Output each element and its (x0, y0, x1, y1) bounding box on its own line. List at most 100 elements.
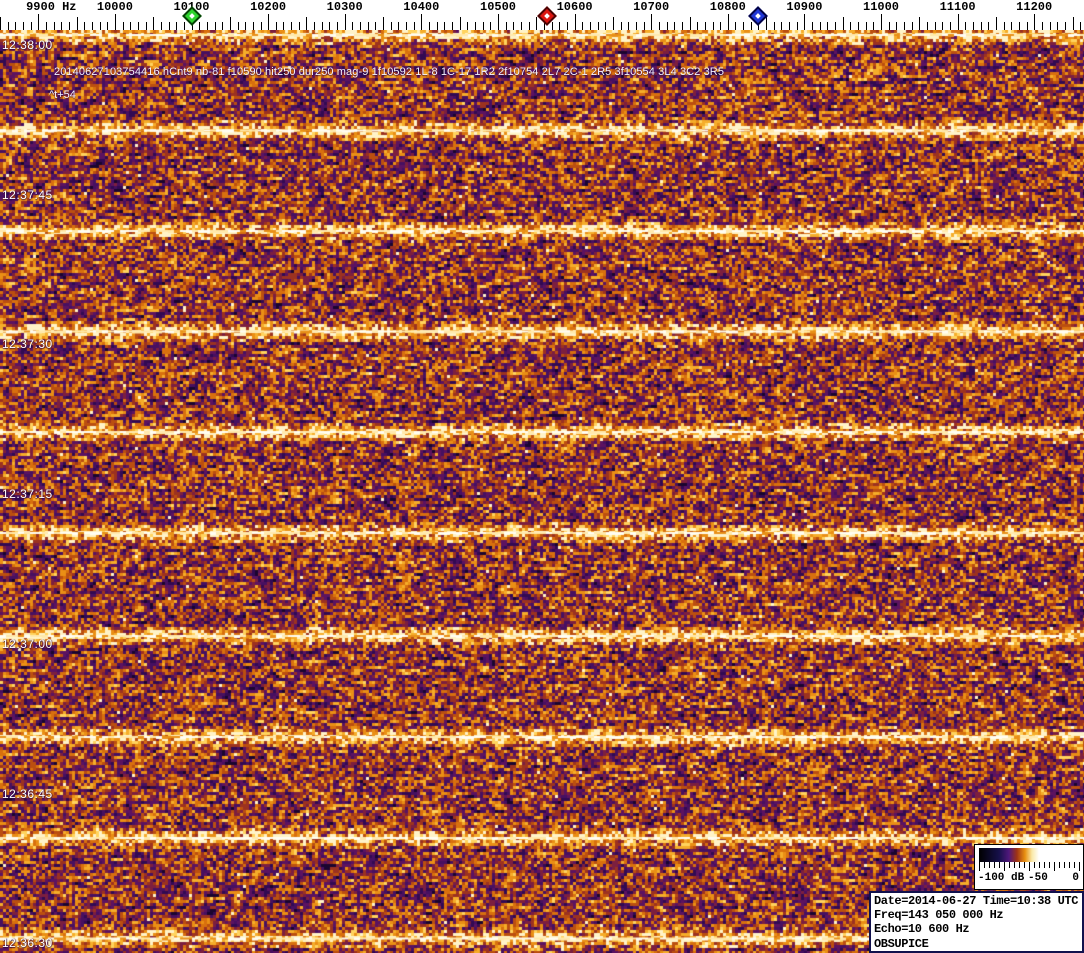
freq-tick (589, 22, 591, 30)
colorbar-label-mid: -50 (1028, 872, 1048, 884)
freq-tick-label: 10400 (403, 0, 440, 14)
freq-tick (674, 22, 676, 30)
freq-tick (76, 17, 78, 30)
freq-tick (865, 22, 867, 30)
freq-tick (635, 22, 637, 30)
freq-tick (750, 22, 752, 30)
freq-tick (298, 22, 300, 30)
freq-tick (1011, 22, 1013, 30)
freq-tick (888, 22, 890, 30)
info-line: Date=2014-06-27 Time=10:38 UTC (874, 894, 1079, 908)
freq-tick (789, 22, 791, 30)
freq-tick (38, 14, 40, 30)
freq-tick-label: 10000 (96, 0, 133, 14)
freq-tick (61, 22, 63, 30)
freq-tick (1018, 22, 1020, 30)
colorbar-tick (994, 862, 995, 868)
freq-tick (291, 22, 293, 30)
time-label: 12:36:30 (2, 936, 53, 951)
freq-tick (260, 22, 262, 30)
colorbar-tick (1069, 862, 1070, 868)
colorbar-tick (1064, 862, 1065, 868)
freq-tick (551, 22, 553, 30)
freq-tick (850, 22, 852, 30)
colorbar-tick (1059, 862, 1060, 868)
freq-tick-label: 10200 (250, 0, 287, 14)
freq-tick (429, 22, 430, 30)
freq-marker-red[interactable] (537, 6, 557, 26)
freq-tick-label: 10800 (709, 0, 746, 14)
freq-tick (819, 22, 821, 30)
freq-tick (574, 14, 576, 30)
freq-tick (904, 22, 905, 30)
freq-tick (520, 22, 522, 30)
freq-tick (681, 22, 683, 30)
freq-tick (949, 22, 951, 30)
colorbar-tick (1019, 862, 1020, 868)
freq-marker-dot (544, 13, 550, 19)
freq-tick (965, 22, 967, 30)
freq-tick (375, 22, 377, 30)
freq-tick (329, 22, 331, 30)
freq-tick (827, 22, 829, 30)
colorbar-gradient (979, 848, 1079, 862)
freq-tick (490, 22, 492, 30)
colorbar-tick (1014, 862, 1015, 868)
freq-tick (942, 22, 944, 30)
freq-tick (46, 22, 47, 30)
freq-tick (91, 22, 93, 30)
freq-tick-label: 11200 (1016, 0, 1053, 14)
freq-tick (15, 22, 17, 30)
freq-tick (245, 22, 247, 30)
colorbar-tick (1079, 862, 1080, 871)
freq-tick (804, 14, 806, 30)
time-label: 12:37:00 (2, 636, 53, 651)
freq-tick (229, 17, 231, 30)
freq-tick (597, 22, 599, 30)
freq-tick (275, 22, 277, 30)
freq-tick (743, 22, 745, 30)
freq-tick (160, 22, 162, 30)
freq-tick (283, 22, 285, 30)
freq-tick (344, 14, 346, 30)
freq-tick (628, 22, 630, 30)
freq-tick (1064, 22, 1066, 30)
freq-tick (99, 22, 101, 30)
freq-tick (444, 22, 446, 30)
time-label: 12:37:45 (2, 187, 53, 202)
freq-tick (214, 22, 216, 30)
freq-tick (321, 22, 323, 30)
colorbar-tick (1054, 862, 1055, 871)
freq-tick (23, 22, 24, 30)
colorbar-tick (1074, 862, 1075, 868)
spectrogram-app-window: 12:38:00 12:37:45 12:37:30 12:37:15 12:37:00… (0, 0, 1084, 953)
freq-tick (666, 22, 668, 30)
freq-tick (222, 22, 224, 30)
colorbar-label-max: 0 (1072, 872, 1079, 884)
freq-tick (528, 22, 530, 30)
station-info-box: Date=2014-06-27 Time=10:38 UTC Freq=143 0… (869, 891, 1084, 953)
freq-tick (988, 22, 990, 30)
freq-tick (566, 22, 568, 30)
freq-tick (1049, 22, 1051, 30)
freq-tick (781, 22, 783, 30)
colorbar-tick (989, 862, 990, 868)
time-label: 12:37:15 (2, 487, 53, 502)
freq-tick (620, 22, 622, 30)
freq-marker-dot (755, 13, 762, 19)
colorbar-tick (999, 862, 1000, 868)
freq-tick (30, 22, 32, 30)
freq-tick (482, 22, 484, 30)
freq-tick (84, 22, 86, 30)
freq-tick (881, 14, 882, 30)
freq-tick (206, 22, 208, 30)
freq-tick (720, 22, 722, 30)
spectrogram-canvas[interactable] (0, 30, 1084, 953)
freq-tick (168, 22, 170, 30)
intensity-colorbar: -100 dB -50 0 (974, 844, 1084, 890)
freq-tick (927, 22, 928, 30)
freq-tick-label: 10900 (786, 0, 823, 14)
freq-tick (107, 22, 109, 30)
freq-tick (911, 22, 913, 30)
freq-tick (658, 22, 660, 30)
